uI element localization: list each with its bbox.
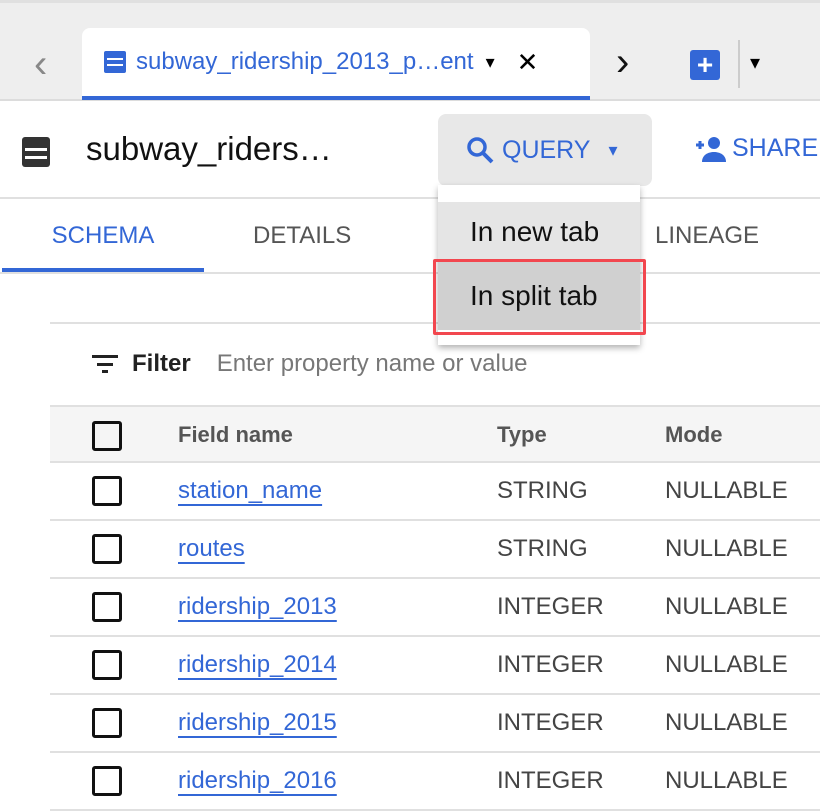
table-header-row: Field name Type Mode xyxy=(50,405,820,463)
filter-bar[interactable]: Filter Enter property name or value xyxy=(92,350,528,378)
tab-label: subway_ridership_2013_p…ent xyxy=(136,48,474,75)
filter-input[interactable]: Enter property name or value xyxy=(217,350,528,378)
divider xyxy=(0,272,820,274)
filter-icon xyxy=(92,355,118,373)
page-title: subway_riders… xyxy=(86,130,332,167)
field-mode: NULLABLE xyxy=(665,593,788,620)
table-row: ridership_2016 INTEGER NULLABLE xyxy=(50,753,820,811)
close-tab-icon[interactable]: ✕ xyxy=(517,47,539,78)
field-name-link[interactable]: ridership_2016 xyxy=(178,753,337,809)
row-checkbox[interactable] xyxy=(92,476,122,506)
tab-menu-caret-icon[interactable]: ▾ xyxy=(486,52,495,73)
field-mode: NULLABLE xyxy=(665,767,788,794)
tab-lineage[interactable]: LINEAGE xyxy=(655,222,759,250)
select-all-checkbox[interactable] xyxy=(92,421,122,451)
field-name-link[interactable]: ridership_2014 xyxy=(178,637,337,693)
field-mode: NULLABLE xyxy=(665,477,788,504)
chevron-down-icon: ▾ xyxy=(608,139,618,160)
tab-subway-ridership[interactable]: subway_ridership_2013_p…ent ▾ ✕ xyxy=(82,28,590,100)
query-label: QUERY xyxy=(502,135,591,164)
field-type: INTEGER xyxy=(497,767,604,794)
row-checkbox[interactable] xyxy=(92,650,122,680)
field-type: STRING xyxy=(497,477,588,504)
scroll-tabs-right-button[interactable]: › xyxy=(616,40,629,85)
scroll-tabs-left-button[interactable]: ‹ xyxy=(34,42,47,87)
person-add-icon xyxy=(696,136,726,162)
field-name-link[interactable]: routes xyxy=(178,521,245,577)
table-icon xyxy=(104,51,126,73)
tab-schema[interactable]: SCHEMA xyxy=(2,200,204,272)
tab-details[interactable]: DETAILS xyxy=(253,222,351,250)
table-row: ridership_2015 INTEGER NULLABLE xyxy=(50,695,820,753)
field-type: INTEGER xyxy=(497,593,604,620)
row-checkbox[interactable] xyxy=(92,766,122,796)
column-header-type[interactable]: Type xyxy=(497,407,547,463)
table-row: routes STRING NULLABLE xyxy=(50,521,820,579)
share-label: SHARE xyxy=(732,134,819,162)
field-name-link[interactable]: station_name xyxy=(178,463,322,519)
table-row: ridership_2013 INTEGER NULLABLE xyxy=(50,579,820,637)
field-mode: NULLABLE xyxy=(665,535,788,562)
query-button[interactable]: QUERY ▾ xyxy=(438,114,652,186)
column-header-mode[interactable]: Mode xyxy=(665,407,722,463)
table-icon xyxy=(22,137,50,167)
field-mode: NULLABLE xyxy=(665,709,788,736)
field-type: STRING xyxy=(497,535,588,562)
add-tab-plus-icon[interactable]: + xyxy=(690,50,720,80)
row-checkbox[interactable] xyxy=(92,534,122,564)
more-tabs-caret-icon[interactable]: ▾ xyxy=(750,50,760,75)
field-name-link[interactable]: ridership_2013 xyxy=(178,579,337,635)
field-name-link[interactable]: ridership_2015 xyxy=(178,695,337,751)
table-row: ridership_2014 INTEGER NULLABLE xyxy=(50,637,820,695)
row-checkbox[interactable] xyxy=(92,708,122,738)
filter-label: Filter xyxy=(132,350,191,377)
field-mode: NULLABLE xyxy=(665,651,788,678)
table-row: station_name STRING NULLABLE xyxy=(50,463,820,521)
field-type: INTEGER xyxy=(497,709,604,736)
search-icon xyxy=(467,137,494,164)
menu-item-in-new-tab[interactable]: In new tab xyxy=(438,202,640,262)
divider xyxy=(738,40,740,88)
column-header-field-name[interactable]: Field name xyxy=(178,407,293,463)
row-checkbox[interactable] xyxy=(92,592,122,622)
highlight-outline xyxy=(433,259,646,335)
field-type: INTEGER xyxy=(497,651,604,678)
share-button[interactable]: SHARE xyxy=(694,134,818,163)
